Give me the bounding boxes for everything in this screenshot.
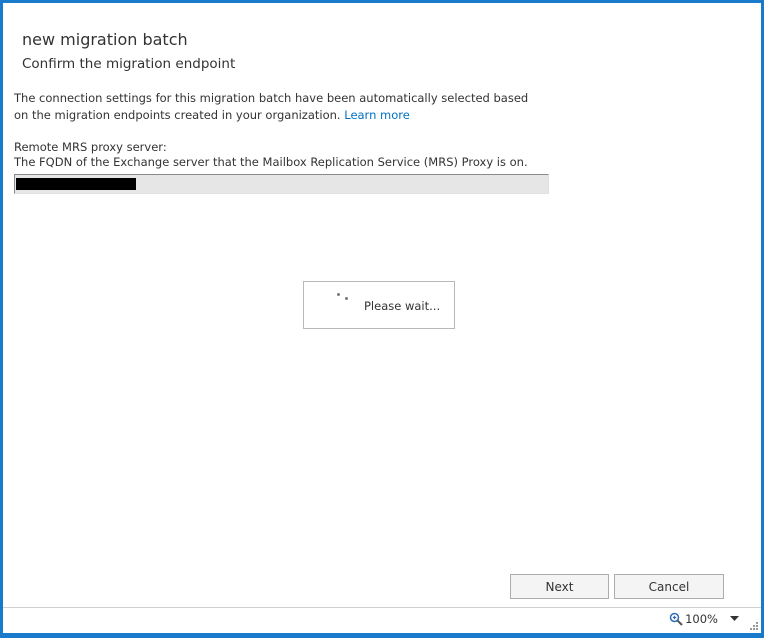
dialog-window: new migration batch Confirm the migratio…: [0, 0, 764, 638]
learn-more-link[interactable]: Learn more: [344, 108, 410, 122]
spinner-icon: [336, 292, 350, 304]
redacted-value: [16, 178, 136, 190]
proxy-server-hint: The FQDN of the Exchange server that the…: [14, 155, 528, 169]
dialog-title: new migration batch: [22, 30, 188, 49]
proxy-server-label-text: Remote MRS proxy server:: [14, 140, 167, 154]
description-text: The connection settings for this migrati…: [14, 91, 529, 122]
chevron-down-icon[interactable]: [730, 616, 739, 622]
dialog-description: The connection settings for this migrati…: [14, 90, 544, 124]
loading-text: Please wait...: [364, 299, 441, 313]
loading-indicator: Please wait...: [303, 281, 455, 329]
proxy-server-label: Remote MRS proxy server: The FQDN of the…: [14, 140, 528, 170]
resize-grip-icon[interactable]: [749, 621, 759, 631]
dialog-content: new migration batch Confirm the migratio…: [3, 3, 761, 608]
proxy-server-field[interactable]: [14, 174, 549, 194]
magnifier-icon: [669, 612, 683, 626]
zoom-control[interactable]: 100%: [669, 612, 739, 626]
status-bar: 100%: [3, 607, 761, 633]
zoom-level: 100%: [685, 612, 718, 626]
dialog-subtitle: Confirm the migration endpoint: [22, 56, 236, 72]
cancel-button[interactable]: Cancel: [614, 574, 724, 599]
next-button[interactable]: Next: [510, 574, 609, 599]
